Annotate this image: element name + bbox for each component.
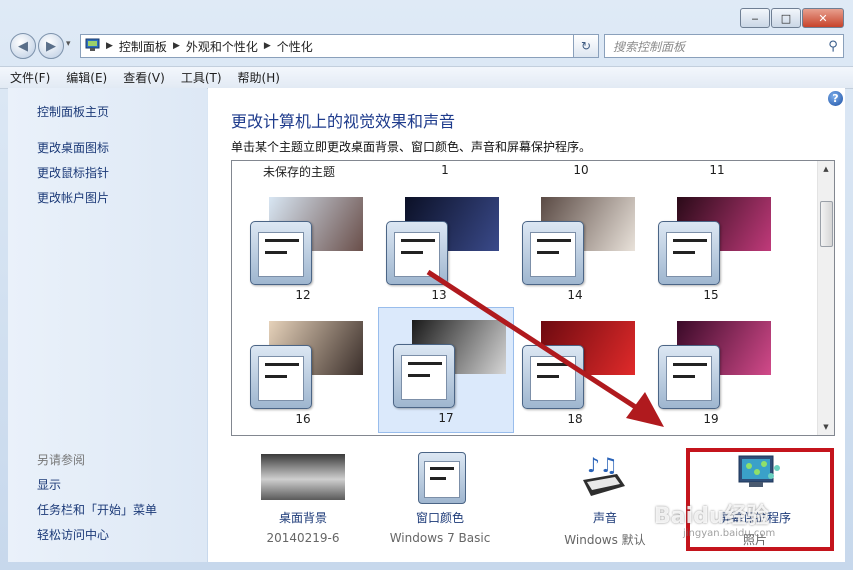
- svg-text:♪♫: ♪♫: [587, 453, 618, 477]
- control-panel-window: ‒ □ ✕ ◀ ▶ ▾ ▶ 控制面板 ▶ 外观和个性化 ▶ 个性化 ▾ ↻ 搜索…: [0, 0, 853, 570]
- window-color-value: Windows 7 Basic: [389, 531, 491, 545]
- theme-item[interactable]: 15: [644, 185, 778, 309]
- desktop-background-item[interactable]: 桌面背景 20140219-6: [228, 452, 378, 545]
- close-button[interactable]: ✕: [802, 8, 844, 28]
- breadcrumb-appearance[interactable]: 外观和个性化: [182, 38, 262, 55]
- task-pane: 控制面板主页 更改桌面图标 更改鼠标指针 更改帐户图片 另请参阅 显示 任务栏和…: [8, 88, 207, 562]
- theme-item[interactable]: 13: [372, 185, 506, 309]
- back-button[interactable]: ◀: [10, 33, 36, 59]
- sounds-value: Windows 默认: [564, 533, 646, 547]
- theme-name: 19: [703, 412, 719, 426]
- maximize-button[interactable]: □: [771, 8, 801, 28]
- link-ease-of-access[interactable]: 轻松访问中心: [37, 526, 109, 543]
- breadcrumb-separator: ▶: [106, 41, 113, 51]
- menu-edit[interactable]: 编辑(E): [66, 69, 107, 86]
- sounds-item[interactable]: ♪♫ 声音 Windows 默认: [530, 452, 680, 547]
- theme-label-unsaved: 未保存的主题: [262, 165, 335, 179]
- page-subtitle: 单击某个主题立即更改桌面背景、窗口颜色、声音和屏幕保护程序。: [231, 140, 592, 154]
- caption-buttons: ‒ □ ✕: [740, 8, 844, 28]
- forward-button[interactable]: ▶: [38, 33, 64, 59]
- breadcrumb-separator: ▶: [263, 41, 271, 51]
- theme-window-color-icon: [658, 345, 720, 409]
- theme-item[interactable]: 19: [644, 309, 778, 433]
- navigation-bar: ◀ ▶ ▾ ▶ 控制面板 ▶ 外观和个性化 ▶ 个性化 ▾ ↻ 搜索控制面板 ⚲: [8, 33, 845, 59]
- menu-file[interactable]: 文件(F): [10, 69, 50, 86]
- search-input[interactable]: 搜索控制面板: [605, 38, 823, 55]
- desktop-background-thumbnail: [261, 452, 345, 502]
- theme-item[interactable]: 14: [508, 185, 642, 309]
- link-change-account-picture[interactable]: 更改帐户图片: [37, 189, 109, 206]
- menu-help[interactable]: 帮助(H): [238, 69, 280, 86]
- theme-name: 16: [295, 412, 311, 426]
- recent-pages-button[interactable]: ▾: [66, 39, 71, 49]
- desktop-background-value: 20140219-6: [266, 531, 340, 545]
- theme-item[interactable]: 18: [508, 309, 642, 433]
- watermark-url: jingyan.baidu.com: [683, 528, 776, 539]
- link-change-mouse-pointers[interactable]: 更改鼠标指针: [37, 164, 109, 181]
- theme-name: 18: [567, 412, 583, 426]
- page-title: 更改计算机上的视觉效果和声音: [231, 112, 456, 131]
- theme-item[interactable]: 16: [236, 309, 370, 433]
- theme-window-color-icon: [386, 221, 448, 285]
- theme-item[interactable]: 17: [378, 307, 514, 433]
- desktop-background-link[interactable]: 桌面背景: [228, 509, 378, 526]
- link-display[interactable]: 显示: [37, 476, 61, 493]
- link-change-desktop-icons[interactable]: 更改桌面图标: [37, 139, 109, 156]
- theme-window-color-icon: [250, 221, 312, 285]
- refresh-button[interactable]: ↻: [573, 34, 599, 58]
- scroll-down-icon[interactable]: ▼: [818, 419, 834, 435]
- menu-tools[interactable]: 工具(T): [181, 69, 222, 86]
- menu-view[interactable]: 查看(V): [123, 69, 165, 86]
- help-icon[interactable]: ?: [828, 91, 843, 106]
- theme-window-color-icon: [522, 345, 584, 409]
- address-bar[interactable]: ▶ 控制面板 ▶ 外观和个性化 ▶ 个性化 ▾: [80, 34, 598, 58]
- search-icon[interactable]: ⚲: [823, 39, 843, 54]
- sounds-icon: ♪♫: [563, 452, 647, 502]
- theme-window-color-icon: [393, 344, 455, 408]
- theme-list[interactable]: 未保存的主题 1 10 11 12 13 14 15 16 17 18 19 ▲ ▼: [231, 160, 835, 436]
- breadcrumb-separator: ▶: [172, 41, 180, 51]
- theme-window-color-icon: [250, 345, 312, 409]
- theme-name: 12: [295, 288, 311, 302]
- theme-name: 15: [703, 288, 719, 302]
- search-box[interactable]: 搜索控制面板 ⚲: [604, 34, 844, 58]
- window-color-icon: [398, 452, 482, 504]
- theme-label-11: 11: [709, 163, 725, 177]
- theme-label-1: 1: [441, 163, 449, 177]
- link-control-panel-home[interactable]: 控制面板主页: [37, 103, 109, 120]
- theme-item[interactable]: 12: [236, 185, 370, 309]
- theme-name: 17: [438, 411, 454, 425]
- link-taskbar-start-menu[interactable]: 任务栏和「开始」菜单: [37, 501, 157, 518]
- watermark-text: Baidu经验: [654, 504, 769, 529]
- window-color-link[interactable]: 窗口颜色: [365, 509, 515, 526]
- control-panel-icon: [81, 38, 104, 55]
- theme-window-color-icon: [522, 221, 584, 285]
- window-color-item[interactable]: 窗口颜色 Windows 7 Basic: [365, 452, 515, 545]
- scroll-thumb[interactable]: [820, 201, 833, 247]
- theme-window-color-icon: [658, 221, 720, 285]
- see-also-heading: 另请参阅: [37, 453, 86, 467]
- minimize-button[interactable]: ‒: [740, 8, 770, 28]
- theme-name: 13: [431, 288, 447, 302]
- menu-bar: 文件(F) 编辑(E) 查看(V) 工具(T) 帮助(H): [0, 66, 853, 89]
- breadcrumb-control-panel[interactable]: 控制面板: [115, 38, 171, 55]
- scroll-up-icon[interactable]: ▲: [818, 161, 834, 177]
- theme-name: 14: [567, 288, 583, 302]
- theme-label-10: 10: [573, 163, 589, 177]
- breadcrumb-personalization[interactable]: 个性化: [273, 38, 317, 55]
- theme-list-scrollbar[interactable]: ▲ ▼: [817, 161, 834, 435]
